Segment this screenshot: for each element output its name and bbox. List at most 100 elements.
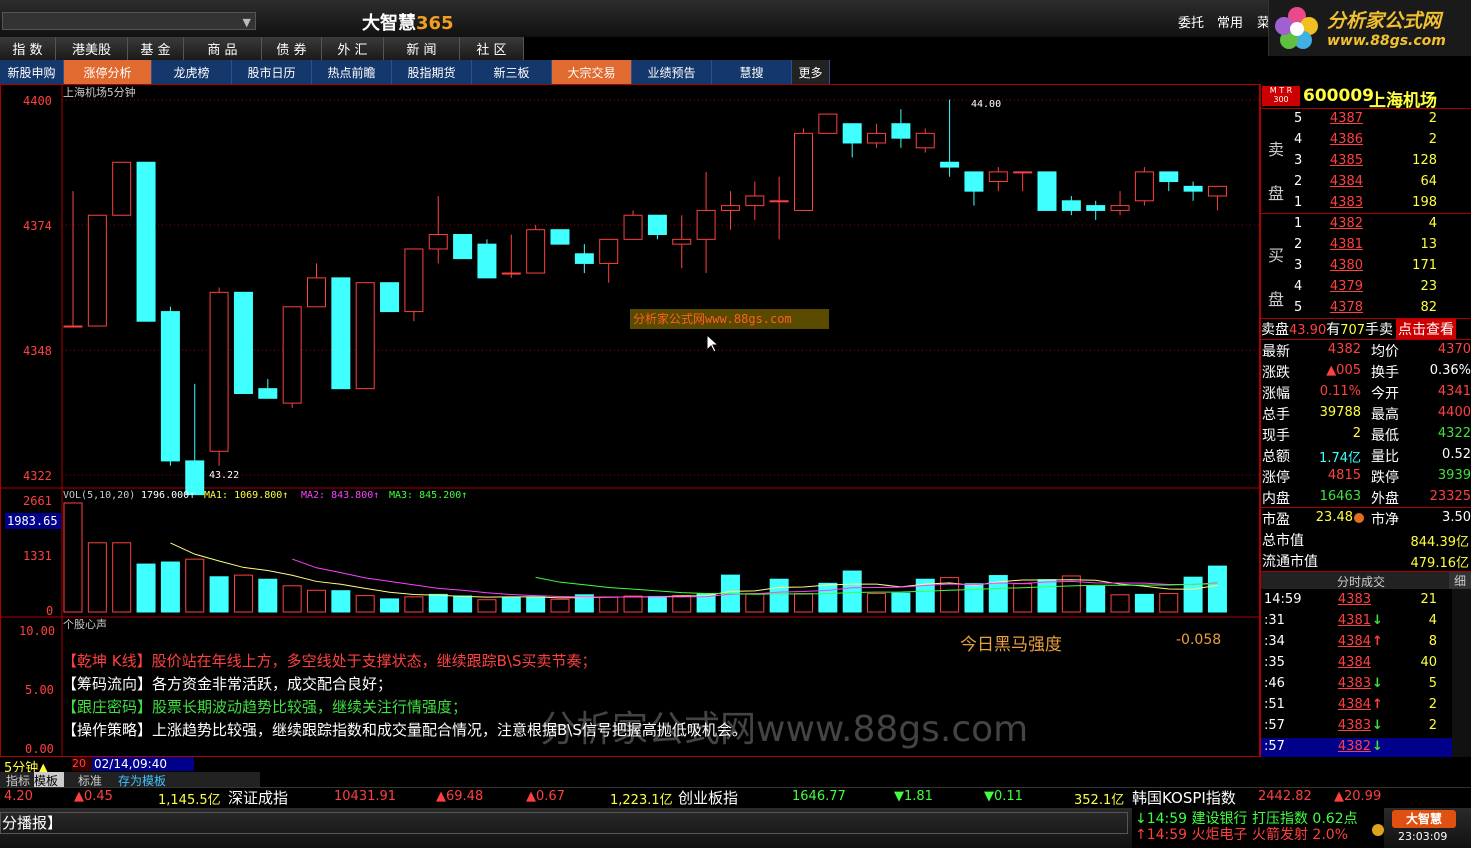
menu-bond[interactable]: 债 券	[262, 37, 322, 60]
candle-body	[940, 161, 960, 168]
volume-bar	[282, 585, 302, 613]
trade-row[interactable]: :31 4381 ↓ 4	[1261, 612, 1452, 631]
book-price[interactable]: 4383	[1319, 195, 1363, 210]
trades-scrollbar[interactable]	[1452, 589, 1471, 757]
trade-time: :31	[1264, 613, 1285, 628]
trade-time: :51	[1264, 697, 1285, 712]
trade-arrow-icon: ↑	[1372, 697, 1383, 712]
trade-volume: 40	[1420, 655, 1437, 670]
tab-neeq[interactable]: 新三板	[472, 60, 552, 84]
book-volume: 2	[1428, 111, 1437, 126]
menu-commodity[interactable]: 商 品	[184, 37, 262, 60]
mouse-cursor-icon	[706, 334, 720, 353]
candle-body	[720, 205, 740, 211]
trade-volume: 2	[1428, 697, 1437, 712]
book-volume: 171	[1412, 258, 1437, 273]
trade-time: :57	[1264, 718, 1285, 733]
menu-fund[interactable]: 基 金	[128, 37, 184, 60]
tab-hot[interactable]: 热点前瞻	[312, 60, 392, 84]
menu-hk-us[interactable]: 港美股	[56, 37, 128, 60]
tab-more[interactable]: 更多	[792, 60, 830, 84]
mcap-label: 总市值	[1262, 533, 1304, 549]
book-price[interactable]: 4380	[1319, 258, 1363, 273]
tab-indicator[interactable]: 指标	[0, 772, 34, 788]
menu-index[interactable]: 指 数	[0, 37, 56, 60]
candle-body	[1013, 171, 1033, 174]
stat-value: 0.11%	[1319, 384, 1361, 399]
info-icon[interactable]	[1354, 513, 1364, 523]
link-common[interactable]: 常用	[1217, 12, 1243, 31]
menu-community[interactable]: 社 区	[460, 37, 524, 60]
stat-label: 内盘	[1262, 491, 1290, 507]
trade-row[interactable]: :51 4384 ↑ 2	[1261, 696, 1452, 715]
candle-body	[891, 123, 911, 139]
book-volume: 4	[1428, 216, 1437, 231]
book-price[interactable]: 4387	[1319, 111, 1363, 126]
book-volume: 198	[1412, 195, 1437, 210]
book-price[interactable]: 4381	[1319, 237, 1363, 252]
view-detail-button[interactable]: 点击查看	[1396, 319, 1456, 339]
stat-value: 3939	[1437, 468, 1471, 483]
trade-row[interactable]: :57 4382 ↓	[1261, 738, 1452, 757]
link-entrust[interactable]: 委托	[1178, 12, 1204, 31]
candle-body	[1110, 205, 1130, 211]
tab-save-template[interactable]: 存为模板	[112, 772, 172, 788]
trade-arrow-icon: ↓	[1372, 613, 1383, 628]
candle-body	[769, 200, 789, 203]
logo-url: www.88gs.com	[1327, 33, 1446, 49]
stock-code: 600009	[1303, 86, 1374, 106]
volume-bar	[794, 593, 813, 613]
volume-bar	[112, 542, 132, 613]
candle-body	[818, 113, 838, 134]
candle-body	[599, 238, 619, 264]
volume-bar	[404, 596, 424, 613]
candle-body	[87, 214, 107, 327]
book-price[interactable]: 4384	[1319, 174, 1363, 189]
book-price[interactable]: 4386	[1319, 132, 1363, 147]
volume-bar	[87, 542, 107, 613]
stat-value: 4400	[1437, 405, 1471, 420]
tab-forecast[interactable]: 业绩预告	[632, 60, 712, 84]
tab-ipo[interactable]: 新股申购	[0, 60, 64, 84]
book-price[interactable]: 4385	[1319, 153, 1363, 168]
menu-news[interactable]: 新 闻	[384, 37, 460, 60]
vol-ma3: MA3: 845.200↑	[389, 490, 467, 501]
clock: 23:03:09	[1398, 830, 1448, 843]
book-volume: 23	[1420, 279, 1437, 294]
volume-bar	[1183, 576, 1203, 613]
trade-row[interactable]: :46 4383 ↓ 5	[1261, 675, 1452, 694]
volume-bar	[233, 574, 253, 613]
candle-body	[404, 248, 424, 313]
trade-row[interactable]: :57 4383 ↓ 2	[1261, 717, 1452, 736]
tab-block-trade[interactable]: 大宗交易	[552, 60, 632, 84]
tab-limit-up[interactable]: 涨停分析	[64, 60, 152, 84]
candle-body	[209, 291, 229, 452]
book-price[interactable]: 4379	[1319, 279, 1363, 294]
voice-line: 【乾坤 K线】股价站在年线上方，多空线处于支撑状态，继续跟踪B\S买卖节奏；	[62, 652, 597, 670]
tab-template[interactable]: 模板	[34, 772, 64, 788]
gear-icon[interactable]	[1372, 824, 1384, 836]
menu-forex[interactable]: 外 汇	[322, 37, 384, 60]
tab-futures[interactable]: 股指期货	[392, 60, 472, 84]
trade-volume: 2	[1428, 718, 1437, 733]
tab-standard[interactable]: 标准	[64, 772, 112, 788]
news-item[interactable]: ↑14:59 火炬电子 火箭发射 2.0%	[1135, 824, 1348, 844]
book-price[interactable]: 4378	[1319, 300, 1363, 315]
volume-bar	[258, 578, 278, 613]
volume-bar	[599, 596, 619, 613]
trades-detail-button[interactable]: 细	[1449, 572, 1471, 589]
candle-body	[136, 161, 156, 322]
stat-value: 4370	[1437, 342, 1471, 357]
chevron-down-icon[interactable]: ▼	[243, 16, 251, 29]
book-price[interactable]: 4382	[1319, 216, 1363, 231]
volume-bar	[1159, 593, 1179, 613]
stock-search-combo[interactable]: ▼	[2, 12, 256, 30]
trade-row[interactable]: 14:59 4383 21	[1261, 591, 1452, 610]
trade-row[interactable]: :35 4384 40	[1261, 654, 1452, 673]
tab-search[interactable]: 慧搜	[712, 60, 792, 84]
tab-dragon-tiger[interactable]: 龙虎榜	[152, 60, 232, 84]
trade-row[interactable]: :34 4384 ↑ 8	[1261, 633, 1452, 652]
candle-body	[526, 229, 546, 274]
tab-calendar[interactable]: 股市日历	[232, 60, 312, 84]
chart-status-bar: 5分钟▲ 20 02/14,09:40 指标 模板 标准 存为模板	[0, 757, 1260, 788]
